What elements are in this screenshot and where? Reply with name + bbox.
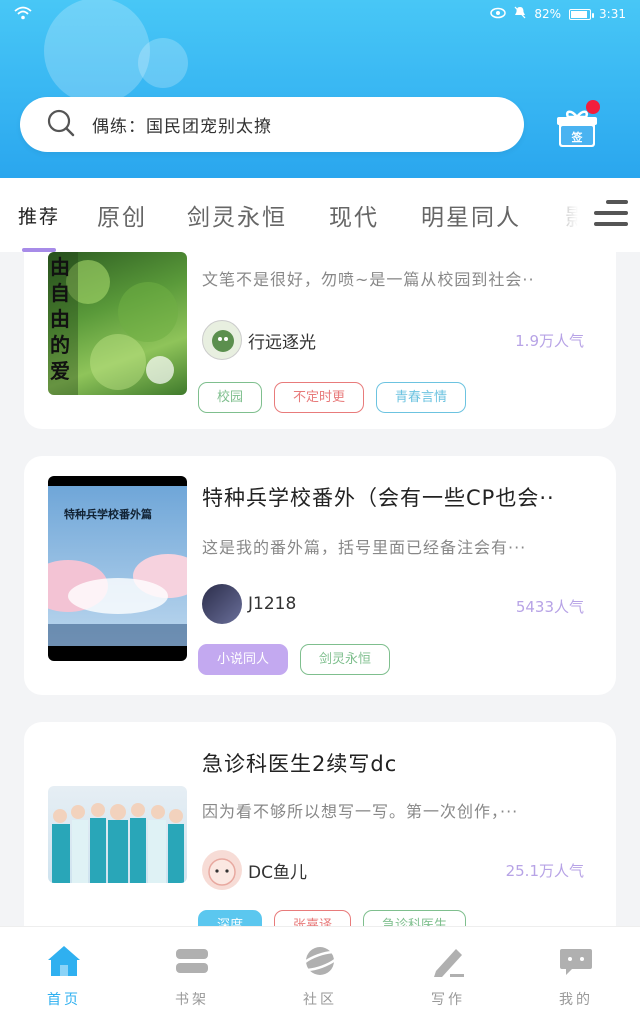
status-bar: 82% 3:31 <box>0 0 640 28</box>
popularity: 25.1万人气 <box>505 862 584 880</box>
tab-celebrity[interactable]: 明星同人 <box>421 198 521 232</box>
story-desc: 这是我的番外篇，括号里面已经备注会有··· <box>202 538 527 557</box>
nav-home[interactable]: 首页 <box>24 943 104 1009</box>
chat-bubble-icon <box>558 943 594 979</box>
bookshelf-icon <box>174 943 210 979</box>
popularity: 5433人气 <box>515 598 584 616</box>
cover-title: 由自由的爱~ <box>50 255 70 395</box>
author[interactable]: DC鱼儿 <box>202 850 307 890</box>
tag[interactable]: 青春言情 <box>376 382 467 413</box>
header: 82% 3:31 偶练：国民团宠别太撩 签 <box>0 0 640 178</box>
pen-icon <box>430 943 466 979</box>
avatar <box>202 584 242 624</box>
battery-icon <box>569 8 595 20</box>
story-desc: 文笔不是很好，勿喷~是一篇从校园到社会·· <box>202 270 535 289</box>
tag-list: 小说同人 剑灵永恒 <box>198 644 391 675</box>
clock: 3:31 <box>599 7 626 21</box>
search-placeholder: 偶练：国民团宠别太撩 <box>92 117 272 137</box>
mute-icon <box>514 6 526 22</box>
story-card[interactable]: 急诊科医生2续写dc 因为看不够所以想写一写。第一次创作，··· DC鱼儿 25… <box>24 722 616 926</box>
eye-icon <box>490 7 507 22</box>
sign-in-gift-button[interactable]: 签 <box>556 100 600 150</box>
author-name: J1218 <box>248 594 297 614</box>
tabs-fade <box>536 178 596 252</box>
notification-dot <box>586 100 600 114</box>
gift-label: 签 <box>571 131 583 144</box>
story-cover[interactable] <box>48 786 187 883</box>
search-bar[interactable]: 偶练：国民团宠别太撩 <box>20 97 524 152</box>
category-tabs: 推荐 原创 剑灵永恒 现代 明星同人 影 <box>0 178 640 252</box>
nav-label: 我的 <box>559 992 593 1008</box>
search-icon <box>46 108 76 142</box>
story-cover[interactable]: 由自由的爱~ <box>48 252 187 395</box>
nav-label: 写作 <box>431 992 465 1008</box>
story-feed: 由自由的爱~ 文笔不是很好，勿喷~是一篇从校园到社会·· 行远逐光 1.9万人气… <box>0 252 640 926</box>
tag[interactable]: 不定时更 <box>274 382 365 413</box>
tag-list: 校园 不定时更 青春言情 <box>198 382 467 413</box>
tag[interactable]: 张嘉译 <box>274 910 352 926</box>
author-name: DC鱼儿 <box>248 862 307 883</box>
tab-jianling[interactable]: 剑灵永恒 <box>187 198 287 232</box>
tab-recommend[interactable]: 推荐 <box>18 202 60 229</box>
cover-title: 特种兵学校番外篇 <box>64 508 152 521</box>
nav-community[interactable]: 社区 <box>280 943 360 1009</box>
wifi-icon <box>14 6 32 23</box>
menu-icon[interactable] <box>594 198 628 228</box>
story-title[interactable]: 急诊科医生2续写dc <box>202 748 397 778</box>
author-name: 行远逐光 <box>248 332 316 353</box>
tag-list: 深度 张嘉译 急诊科医生 <box>198 910 467 926</box>
story-desc: 因为看不够所以想写一写。第一次创作，··· <box>202 802 519 821</box>
home-icon <box>46 943 82 979</box>
author[interactable]: 行远逐光 <box>202 320 316 360</box>
tag[interactable]: 剑灵永恒 <box>300 644 391 675</box>
tag[interactable]: 急诊科医生 <box>363 910 467 926</box>
avatar <box>202 850 242 890</box>
nav-write[interactable]: 写作 <box>408 943 488 1009</box>
story-card[interactable]: 由自由的爱~ 文笔不是很好，勿喷~是一篇从校园到社会·· 行远逐光 1.9万人气… <box>24 252 616 429</box>
story-title[interactable]: 特种兵学校番外（会有一些CP也会·· <box>202 482 555 512</box>
battery-percent: 82% <box>534 7 562 21</box>
bottom-nav: 首页 书架 社区 写作 我的 <box>0 926 640 1024</box>
nav-profile[interactable]: 我的 <box>536 943 616 1009</box>
tag[interactable]: 深度 <box>198 910 263 926</box>
tab-original[interactable]: 原创 <box>97 198 147 232</box>
nav-label: 首页 <box>47 992 81 1008</box>
nav-label: 书架 <box>175 992 209 1008</box>
story-cover[interactable]: 特种兵学校番外篇 <box>48 476 187 661</box>
tab-modern[interactable]: 现代 <box>329 198 379 232</box>
tag[interactable]: 校园 <box>198 382 263 413</box>
community-icon <box>299 943 341 979</box>
nav-label: 社区 <box>303 992 337 1008</box>
tag[interactable]: 小说同人 <box>198 644 289 675</box>
popularity: 1.9万人气 <box>515 332 584 350</box>
nav-bookshelf[interactable]: 书架 <box>152 943 232 1009</box>
decor-bubble <box>138 38 188 88</box>
avatar <box>202 320 242 360</box>
story-card[interactable]: 特种兵学校番外篇 特种兵学校番外（会有一些CP也会·· 这是我的番外篇，括号里面… <box>24 456 616 695</box>
author[interactable]: J1218 <box>202 584 296 624</box>
